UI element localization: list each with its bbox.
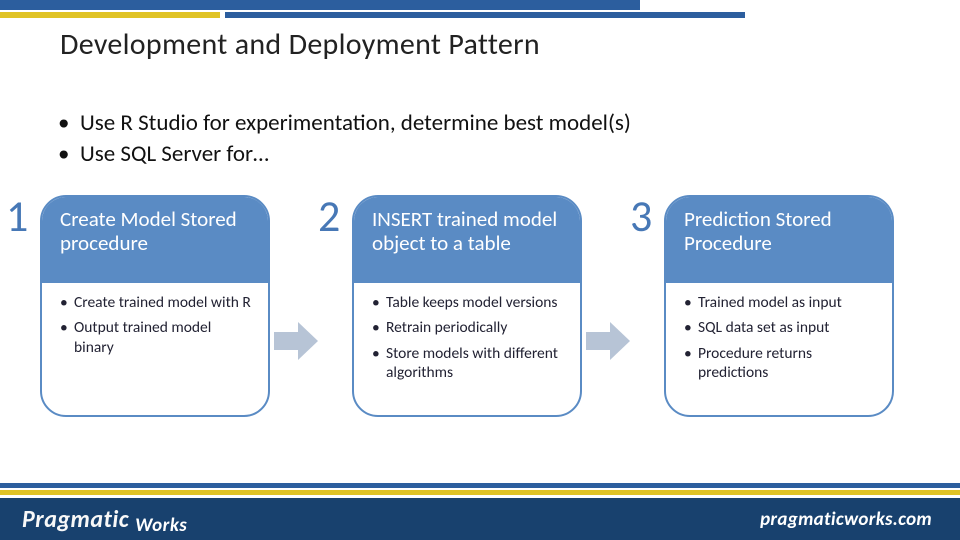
steps-row: 1 Create Model Stored procedure Create t… xyxy=(10,195,950,417)
step-body: Create trained model with R Output train… xyxy=(42,283,268,373)
brand-url: pragmaticworks.com xyxy=(760,508,932,531)
intro-list: Use R Studio for experimentation, determ… xyxy=(58,108,631,170)
intro-item: Use SQL Server for… xyxy=(58,139,631,170)
footer-bar: Pragmatic Works pragmaticworks.com xyxy=(0,498,960,540)
step-card: INSERT trained model object to a table T… xyxy=(352,195,582,417)
decor-bar-yellow xyxy=(0,12,220,18)
step-number: 3 xyxy=(630,189,652,243)
footer-line-blue xyxy=(0,483,960,488)
step-body: Trained model as input SQL data set as i… xyxy=(666,283,892,399)
step-number: 1 xyxy=(6,189,28,243)
step-heading: Prediction Stored Procedure xyxy=(666,197,892,283)
step-3: 3 Prediction Stored Procedure Trained mo… xyxy=(634,195,894,417)
step-bullet: Trained model as input xyxy=(684,293,878,312)
step-bullet: Create trained model with R xyxy=(60,293,254,312)
step-bullet: Table keeps model versions xyxy=(372,293,566,312)
step-heading: Create Model Stored procedure xyxy=(42,197,268,283)
brand-logo: Pragmatic Works xyxy=(22,505,187,534)
step-bullet: Store models with different algorithms xyxy=(372,344,566,383)
step-1: 1 Create Model Stored procedure Create t… xyxy=(10,195,270,417)
step-card: Create Model Stored procedure Create tra… xyxy=(40,195,270,417)
step-2: 2 INSERT trained model object to a table… xyxy=(322,195,582,417)
arrow-icon xyxy=(582,322,634,360)
step-card: Prediction Stored Procedure Trained mode… xyxy=(664,195,894,417)
brand-primary: Pragmatic xyxy=(22,505,129,534)
step-bullet: Procedure returns predictions xyxy=(684,344,878,383)
arrow-icon xyxy=(270,322,322,360)
intro-item: Use R Studio for experimentation, determ… xyxy=(58,108,631,139)
footer: Pragmatic Works pragmaticworks.com xyxy=(0,476,960,540)
decor-bar-blue xyxy=(0,0,640,10)
step-bullet: SQL data set as input xyxy=(684,318,878,337)
slide: Development and Deployment Pattern Use R… xyxy=(0,0,960,540)
step-heading: INSERT trained model object to a table xyxy=(354,197,580,283)
footer-line-yellow xyxy=(0,490,960,495)
step-bullet: Retrain periodically xyxy=(372,318,566,337)
step-number: 2 xyxy=(318,189,340,243)
step-bullet: Output trained model binary xyxy=(60,318,254,357)
step-body: Table keeps model versions Retrain perio… xyxy=(354,283,580,399)
decor-bar-blue-2 xyxy=(225,12,745,18)
slide-title: Development and Deployment Pattern xyxy=(60,26,540,63)
brand-secondary: Works xyxy=(135,514,187,537)
